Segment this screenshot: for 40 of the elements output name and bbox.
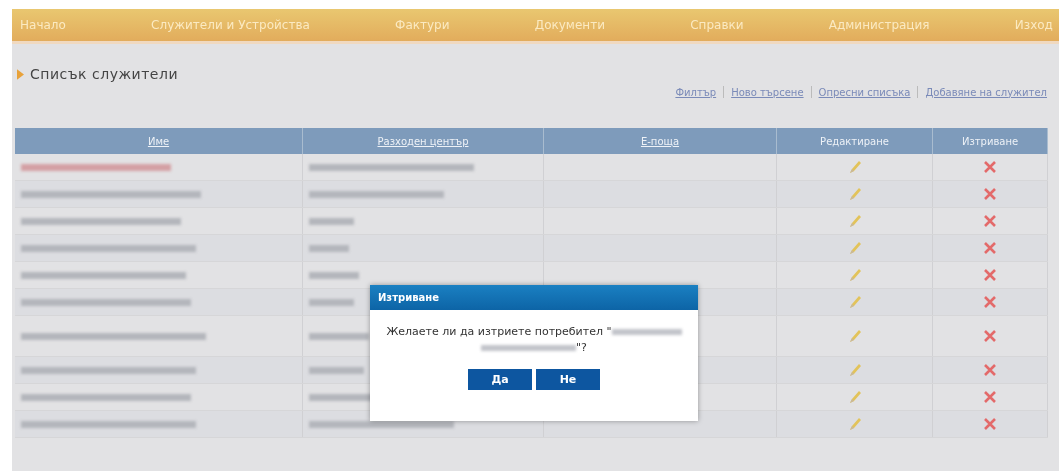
arrow-icon: [17, 68, 24, 80]
action-link[interactable]: Ново търсене: [731, 86, 804, 98]
column-header: Изтриване: [932, 128, 1048, 154]
delete-icon[interactable]: [984, 391, 996, 403]
delete-icon[interactable]: [984, 364, 996, 376]
delete-icon[interactable]: [984, 188, 996, 200]
column-header: Редактиране: [776, 128, 933, 154]
column-header[interactable]: Е-поща: [543, 128, 777, 154]
dialog-button[interactable]: Да: [468, 369, 532, 390]
delete-icon[interactable]: [984, 418, 996, 430]
dialog-title: Изтриване: [370, 285, 698, 310]
column-header[interactable]: Име: [15, 128, 303, 154]
redacted-text: [309, 299, 354, 306]
action-link[interactable]: Добавяне на служител: [925, 86, 1047, 98]
nav-link[interactable]: Изход: [1014, 18, 1053, 32]
delete-icon[interactable]: [984, 215, 996, 227]
nav-link[interactable]: Справки: [690, 18, 744, 32]
redacted-text: [309, 333, 369, 340]
delete-icon[interactable]: [984, 161, 996, 173]
column-header[interactable]: Разходен център: [302, 128, 544, 154]
dialog-message: Желаете ли да изтриете потребител ": [386, 325, 612, 338]
nav-link[interactable]: Начало: [20, 18, 66, 32]
redacted-text: [611, 329, 682, 335]
dialog-message: "?: [576, 341, 587, 354]
delete-icon[interactable]: [984, 269, 996, 281]
action-link[interactable]: Филтър: [675, 86, 717, 98]
redacted-text: [309, 245, 349, 252]
nav-link[interactable]: Служители и Устройства: [151, 18, 310, 32]
nav-link[interactable]: Администрация: [828, 18, 930, 32]
delete-icon[interactable]: [984, 242, 996, 254]
redacted-text: [309, 272, 359, 279]
redacted-text: [309, 218, 354, 225]
nav-link[interactable]: Документи: [534, 18, 605, 32]
redacted-text: [309, 367, 364, 374]
dialog-button[interactable]: Не: [536, 369, 600, 390]
action-link[interactable]: Опресни списъка: [818, 86, 911, 98]
delete-icon[interactable]: [984, 296, 996, 308]
delete-icon[interactable]: [984, 330, 996, 342]
page-title: Списък служители: [30, 66, 178, 82]
nav-link[interactable]: Фактури: [395, 18, 450, 32]
